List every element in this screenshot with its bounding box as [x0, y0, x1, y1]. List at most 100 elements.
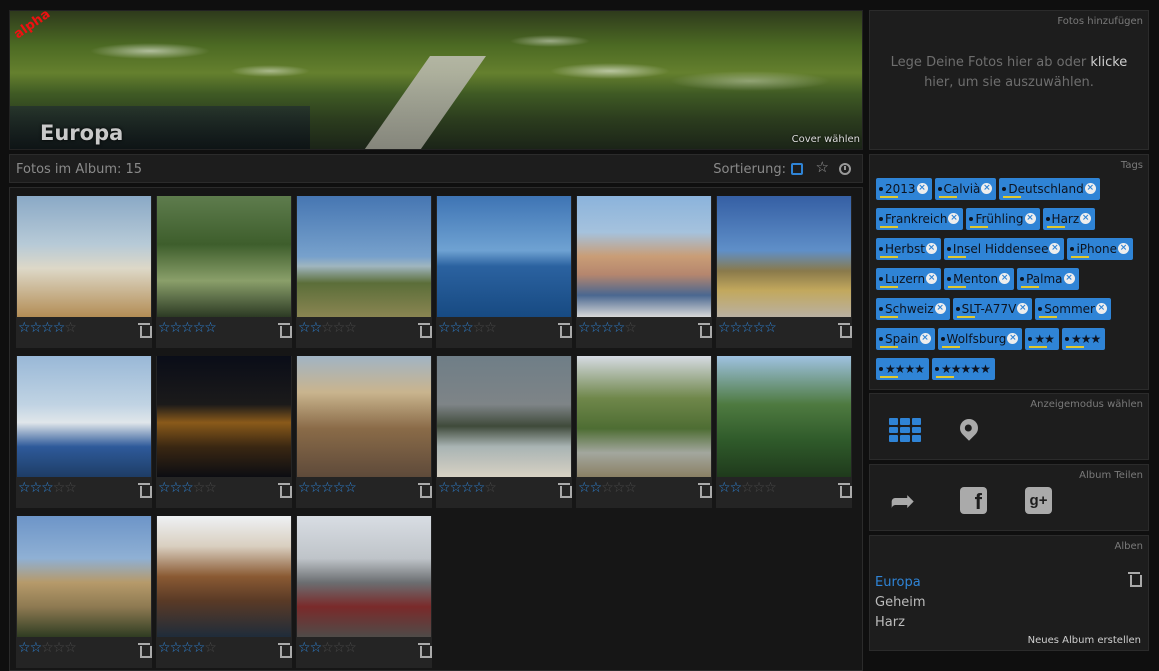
- remove-tag-icon[interactable]: ×: [1084, 183, 1096, 194]
- remove-tag-icon[interactable]: ×: [925, 243, 937, 254]
- remove-tag-icon[interactable]: ×: [1063, 273, 1075, 284]
- star-icon[interactable]: ☆: [310, 640, 323, 656]
- photo-thumbnail[interactable]: [17, 196, 151, 317]
- photo-card[interactable]: ☆☆☆☆☆: [436, 356, 572, 508]
- new-album-button[interactable]: Neues Album erstellen: [1028, 635, 1141, 646]
- star-rating[interactable]: ☆☆☆☆☆: [18, 320, 77, 336]
- photo-card[interactable]: ☆☆☆☆☆: [576, 196, 712, 348]
- star-icon[interactable]: ☆: [310, 320, 323, 336]
- remove-tag-icon[interactable]: ×: [1049, 243, 1061, 254]
- tag-chip[interactable]: Harz ×: [1042, 208, 1096, 230]
- sort-rating-icon[interactable]: ☆: [816, 160, 829, 175]
- star-icon[interactable]: ☆: [30, 320, 43, 336]
- photo-thumbnail[interactable]: [157, 356, 291, 477]
- share-icon[interactable]: ➦: [890, 487, 915, 517]
- trash-icon[interactable]: [278, 643, 292, 658]
- photo-thumbnail[interactable]: [437, 196, 571, 317]
- star-rating[interactable]: ☆☆☆☆☆: [18, 640, 77, 656]
- star-icon[interactable]: ☆: [18, 320, 31, 336]
- rating-tag-chip[interactable]: ★★★★★: [932, 358, 995, 380]
- star-icon[interactable]: ☆: [204, 640, 217, 656]
- remove-tag-icon[interactable]: ×: [926, 273, 938, 284]
- rating-tag-chip[interactable]: ★★★: [1061, 328, 1106, 350]
- star-icon[interactable]: ☆: [64, 320, 77, 336]
- trash-icon[interactable]: [138, 323, 152, 338]
- tag-chip[interactable]: SLT-A77V ×: [952, 298, 1033, 320]
- star-icon[interactable]: ☆: [450, 320, 463, 336]
- trash-icon[interactable]: [278, 323, 292, 338]
- star-icon[interactable]: ☆: [298, 480, 311, 496]
- trash-icon[interactable]: [418, 643, 432, 658]
- star-icon[interactable]: ☆: [718, 480, 731, 496]
- facebook-icon[interactable]: f: [960, 487, 987, 514]
- star-rating[interactable]: ☆☆☆☆☆: [578, 320, 637, 336]
- tag-chip[interactable]: Herbst ×: [876, 238, 941, 260]
- star-icon[interactable]: ☆: [204, 320, 217, 336]
- remove-tag-icon[interactable]: ×: [999, 273, 1011, 284]
- star-icon[interactable]: ☆: [30, 480, 43, 496]
- star-icon[interactable]: ☆: [193, 640, 206, 656]
- star-icon[interactable]: ☆: [64, 640, 77, 656]
- star-icon[interactable]: ☆: [333, 320, 346, 336]
- tag-chip[interactable]: Sommer ×: [1035, 298, 1111, 320]
- star-icon[interactable]: ☆: [193, 480, 206, 496]
- star-icon[interactable]: ☆: [298, 640, 311, 656]
- star-icon[interactable]: ☆: [321, 320, 334, 336]
- tag-chip[interactable]: Wolfsburg ×: [937, 328, 1023, 350]
- star-icon[interactable]: ☆: [18, 480, 31, 496]
- star-icon[interactable]: ☆: [53, 320, 66, 336]
- star-icon[interactable]: ☆: [204, 480, 217, 496]
- remove-tag-icon[interactable]: ×: [1095, 303, 1107, 314]
- photo-card[interactable]: ☆☆☆☆☆: [296, 356, 432, 508]
- photo-card[interactable]: ☆☆☆☆☆: [436, 196, 572, 348]
- star-rating[interactable]: ☆☆☆☆☆: [298, 320, 357, 336]
- star-icon[interactable]: ☆: [333, 640, 346, 656]
- upload-click-link[interactable]: klicke: [1090, 55, 1127, 70]
- star-icon[interactable]: ☆: [473, 480, 486, 496]
- star-icon[interactable]: ☆: [158, 640, 171, 656]
- photo-card[interactable]: ☆☆☆☆☆: [16, 356, 152, 508]
- trash-icon[interactable]: [698, 483, 712, 498]
- tag-chip[interactable]: Schweiz ×: [876, 298, 950, 320]
- photo-thumbnail[interactable]: [717, 196, 851, 317]
- photo-thumbnail[interactable]: [717, 356, 851, 477]
- remove-tag-icon[interactable]: ×: [1017, 303, 1029, 314]
- trash-icon[interactable]: [698, 323, 712, 338]
- remove-tag-icon[interactable]: ×: [981, 183, 993, 194]
- photo-thumbnail[interactable]: [297, 196, 431, 317]
- star-rating[interactable]: ☆☆☆☆☆: [298, 480, 357, 496]
- star-icon[interactable]: ☆: [170, 320, 183, 336]
- star-icon[interactable]: ☆: [730, 480, 743, 496]
- remove-tag-icon[interactable]: ×: [1080, 213, 1092, 224]
- star-rating[interactable]: ☆☆☆☆☆: [438, 320, 497, 336]
- photo-thumbnail[interactable]: [297, 516, 431, 637]
- tag-chip[interactable]: Deutschland ×: [999, 178, 1100, 200]
- google-plus-icon[interactable]: g+: [1025, 487, 1052, 514]
- tag-chip[interactable]: iPhone ×: [1067, 238, 1133, 260]
- photo-thumbnail[interactable]: [297, 356, 431, 477]
- star-icon[interactable]: ☆: [590, 320, 603, 336]
- remove-tag-icon[interactable]: ×: [934, 303, 946, 314]
- photo-card[interactable]: ☆☆☆☆☆: [16, 516, 152, 668]
- star-icon[interactable]: ☆: [310, 480, 323, 496]
- rating-tag-chip[interactable]: ★★: [1025, 328, 1059, 350]
- star-icon[interactable]: ☆: [41, 480, 54, 496]
- star-icon[interactable]: ☆: [18, 640, 31, 656]
- star-icon[interactable]: ☆: [64, 480, 77, 496]
- star-rating[interactable]: ☆☆☆☆☆: [158, 640, 217, 656]
- star-icon[interactable]: ☆: [344, 320, 357, 336]
- star-icon[interactable]: ☆: [193, 320, 206, 336]
- rating-tag-chip[interactable]: ★★★★: [876, 358, 930, 380]
- photo-card[interactable]: ☆☆☆☆☆: [296, 516, 432, 668]
- star-icon[interactable]: ☆: [170, 640, 183, 656]
- star-icon[interactable]: ☆: [158, 480, 171, 496]
- photo-thumbnail[interactable]: [577, 196, 711, 317]
- remove-tag-icon[interactable]: ×: [1117, 243, 1129, 254]
- tag-chip[interactable]: Insel Hiddensee ×: [943, 238, 1065, 260]
- star-icon[interactable]: ☆: [578, 320, 591, 336]
- photo-thumbnail[interactable]: [157, 516, 291, 637]
- star-icon[interactable]: ☆: [484, 320, 497, 336]
- star-icon[interactable]: ☆: [438, 480, 451, 496]
- star-icon[interactable]: ☆: [344, 480, 357, 496]
- remove-tag-icon[interactable]: ×: [1007, 333, 1019, 344]
